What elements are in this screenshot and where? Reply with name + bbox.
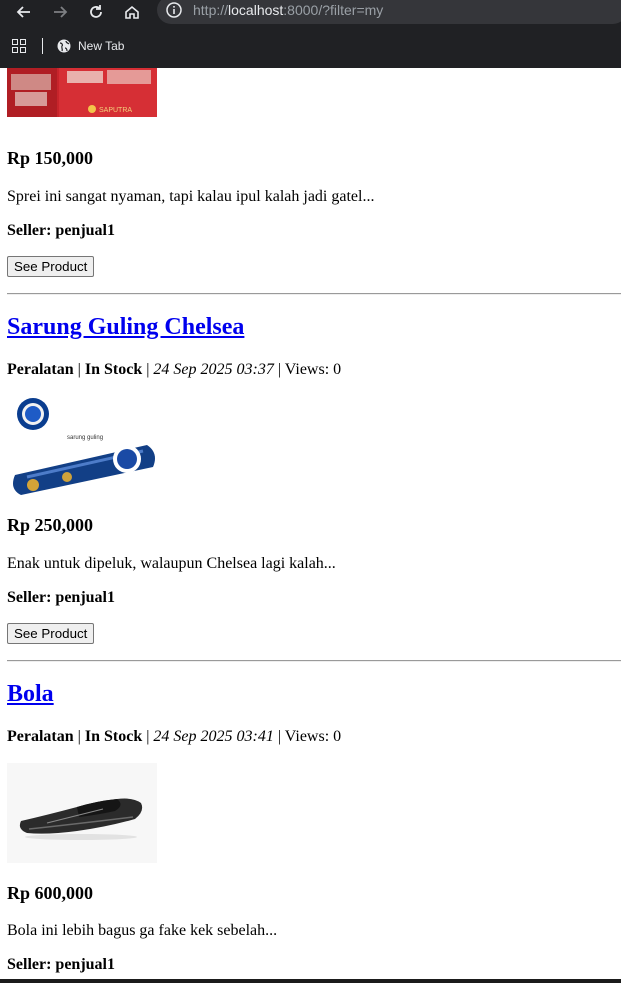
product-description: Enak untuk dipeluk, walaupun Chelsea lag… <box>7 555 336 572</box>
product-seller: Seller: penjual1 <box>7 589 115 606</box>
home-button[interactable] <box>120 0 144 24</box>
url-text[interactable]: http://localhost:8000/?filter=my <box>193 2 383 18</box>
reload-icon <box>90 5 102 18</box>
os-taskbar <box>0 979 621 983</box>
product-views: Views: 0 <box>284 728 342 745</box>
reload-button[interactable] <box>84 0 108 24</box>
browser-toolbar: http://localhost:8000/?filter=my <box>0 0 621 24</box>
product-image-label: sarung guling <box>67 435 103 441</box>
apps-grid-icon[interactable] <box>12 39 26 53</box>
product-category: Peralatan <box>7 361 74 378</box>
product-price: Rp 600,000 <box>7 883 94 903</box>
product-meta: Peralatan | In Stock | 24 Sep 2025 03:41… <box>7 728 342 745</box>
arrow-left-icon <box>16 6 30 18</box>
product-title: Bola <box>7 681 54 708</box>
product-date: 24 Sep 2025 03:41 <box>153 728 274 745</box>
product-title-link[interactable]: Sarung Guling Chelsea <box>7 314 244 340</box>
product-image <box>7 763 157 863</box>
product-price: Rp 250,000 <box>7 515 94 535</box>
product-stock: In Stock <box>84 361 143 378</box>
product-divider <box>7 660 621 662</box>
bookmarks-bar: New Tab <box>0 24 621 68</box>
product-description: Sprei ini sangat nyaman, tapi kalau ipul… <box>7 188 375 205</box>
product-title-link[interactable]: Bola <box>7 681 54 707</box>
product-seller: Seller: penjual1 <box>7 222 115 239</box>
product-date: 24 Sep 2025 03:37 <box>153 361 274 378</box>
back-button[interactable] <box>12 0 36 24</box>
product-views: Views: 0 <box>284 361 342 378</box>
product-image: sarung guling <box>7 397 157 497</box>
product-title: Sarung Guling Chelsea <box>7 314 244 341</box>
product-divider <box>7 293 621 295</box>
product-seller: Seller: penjual1 <box>7 956 115 973</box>
bookmark-new-tab[interactable]: New Tab <box>57 39 124 53</box>
see-product-button[interactable]: See Product <box>7 256 95 277</box>
arrow-right-icon <box>54 6 68 18</box>
globe-icon <box>57 39 71 53</box>
product-meta: Peralatan | In Stock | 24 Sep 2025 03:37… <box>7 361 342 378</box>
bookmarks-separator <box>42 38 43 54</box>
product-price: Rp 150,000 <box>7 148 94 168</box>
product-category: Peralatan <box>7 728 74 745</box>
url-path: :8000/?filter=my <box>283 2 384 18</box>
product-image-label: SAPUTRA <box>99 107 132 114</box>
home-icon <box>125 5 139 19</box>
info-icon[interactable] <box>165 1 183 19</box>
url-scheme: http:// <box>193 2 229 18</box>
address-bar[interactable]: http://localhost:8000/?filter=my <box>157 0 621 24</box>
see-product-button[interactable]: See Product <box>7 623 95 644</box>
product-description: Bola ini lebih bagus ga fake kek sebelah… <box>7 922 278 939</box>
product-stock: In Stock <box>84 728 143 745</box>
url-host: localhost <box>228 2 284 18</box>
product-image: SAPUTRA <box>7 68 157 117</box>
forward-button[interactable] <box>48 0 72 24</box>
bookmark-label: New Tab <box>78 39 125 53</box>
